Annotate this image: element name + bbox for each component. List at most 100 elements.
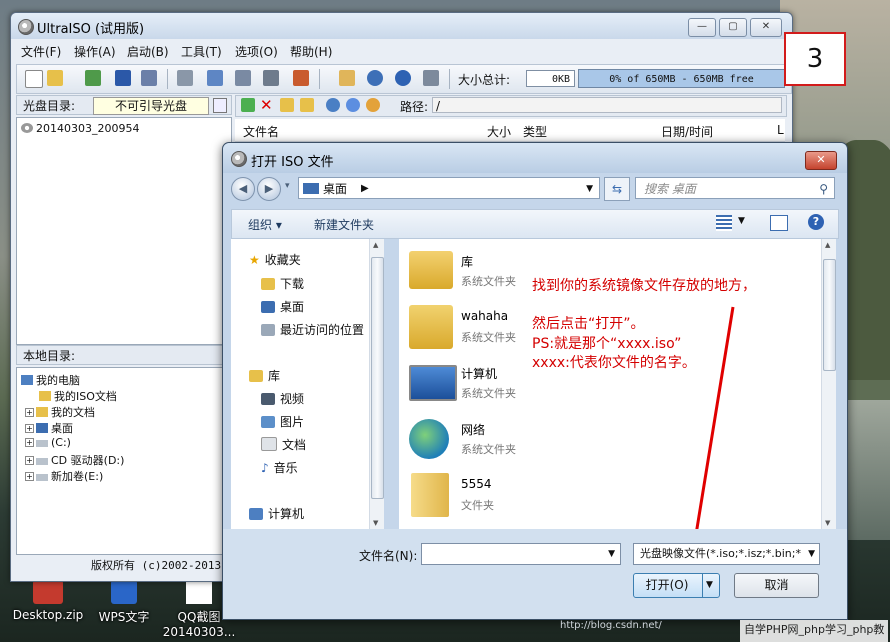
ultraiso-disc-icon: [18, 19, 34, 35]
options-icon[interactable]: [339, 70, 355, 86]
desktop-icon: [36, 423, 48, 433]
open-folder-icon[interactable]: [47, 70, 63, 86]
step-number-box: 3: [784, 32, 846, 86]
iso-toolbar: ✕ 路径: /: [235, 95, 787, 117]
filter-value: 光盘映像文件(*.iso;*.isz;*.bin;*: [640, 547, 801, 560]
menu-help[interactable]: 帮助(H): [290, 43, 332, 60]
settings-gear-icon[interactable]: [346, 98, 360, 112]
image-file-icon: [186, 580, 212, 604]
filename-dropdown-icon[interactable]: ▼: [608, 544, 615, 564]
capacity-bar: 0% of 650MB - 650MB free: [578, 69, 785, 88]
maximize-button[interactable]: ▢: [719, 18, 747, 37]
tree-label: 桌面: [51, 422, 73, 435]
close-button[interactable]: ✕: [750, 18, 782, 37]
filename-input[interactable]: ▼: [421, 543, 621, 565]
copyright-text: 版权所有 (c)2002-2013: [91, 559, 222, 572]
properties-icon[interactable]: [213, 98, 227, 113]
main-titlebar[interactable]: UltraISO (试用版) — ▢ ✕: [11, 13, 792, 39]
column-type[interactable]: 类型: [523, 123, 547, 140]
toolbar-separator: [319, 69, 320, 89]
save-as-icon[interactable]: [141, 70, 157, 86]
dialog-footer: 文件名(N): ▼ 光盘映像文件(*.iso;*.isz;*.bin;* ▼ 打…: [223, 529, 847, 619]
new-file-icon[interactable]: [25, 70, 43, 88]
tree-item-my-docs[interactable]: + 我的文档: [25, 404, 95, 420]
expand-icon[interactable]: +: [25, 424, 34, 433]
toolbar-separator: [449, 69, 450, 89]
expand-icon[interactable]: +: [25, 472, 34, 481]
menu-boot[interactable]: 启动(B): [127, 43, 169, 60]
tree-item-computer[interactable]: 我的电脑: [21, 372, 80, 388]
menu-tools[interactable]: 工具(T): [181, 43, 222, 60]
desktop-icon-label: WPS文字: [98, 610, 150, 624]
filter-dropdown-icon[interactable]: ▼: [806, 544, 815, 564]
column-l[interactable]: L: [777, 123, 784, 137]
menu-file[interactable]: 文件(F): [21, 43, 61, 60]
drive-icon: [36, 474, 48, 481]
tree-label: 我的ISO文档: [54, 390, 117, 403]
help-icon[interactable]: [395, 70, 411, 86]
checksum-icon[interactable]: [263, 70, 279, 86]
cd-drive-icon: [36, 458, 48, 465]
computer-icon: [21, 375, 33, 385]
tree-label: CD 驱动器(D:): [51, 454, 125, 467]
main-toolbar: 大小总计: 0KB 0% of 650MB - 650MB free: [16, 64, 792, 94]
open-dropdown-icon[interactable]: ▼: [706, 574, 713, 597]
tree-label: 我的文档: [51, 406, 95, 419]
burn-icon[interactable]: [177, 70, 193, 86]
virtual-drive-icon[interactable]: [293, 70, 309, 86]
local-directory-header: 本地目录:: [16, 345, 232, 365]
expand-icon[interactable]: +: [25, 456, 34, 465]
desktop-icon-zip[interactable]: Desktop.zip: [12, 580, 84, 622]
size-total-value: 0KB: [526, 70, 575, 87]
path-field[interactable]: /: [432, 97, 782, 113]
local-directory-label: 本地目录:: [23, 349, 76, 363]
new-folder-icon[interactable]: [280, 98, 294, 112]
tree-item-desktop[interactable]: + 桌面: [25, 420, 73, 436]
toolbar-separator: [167, 69, 168, 89]
column-size[interactable]: 大小: [487, 123, 511, 140]
info-icon[interactable]: [367, 70, 383, 86]
boot-type-field[interactable]: 不可引导光盘: [93, 97, 209, 115]
column-date[interactable]: 日期/时间: [661, 123, 713, 140]
exit-icon[interactable]: [423, 70, 439, 86]
iso-file-columns: 文件名 大小 类型 日期/时间 L: [235, 119, 785, 142]
rename-icon[interactable]: [300, 98, 314, 112]
add-files-icon[interactable]: [326, 98, 340, 112]
menubar: 文件(F) 操作(A) 启动(B) 工具(T) 选项(O) 帮助(H): [11, 41, 792, 61]
tree-label: (C:): [51, 436, 71, 449]
desktop-icon-wps[interactable]: WPS文字: [92, 580, 156, 625]
extract-icon[interactable]: [85, 70, 101, 86]
delete-icon[interactable]: ✕: [260, 96, 273, 114]
open-iso-dialog: 打开 ISO 文件 ✕ ◀ ▶ ▾ 桌面 ▶ ▼ ⇆ 搜索 桌面 ⚲ 组织 ▾ …: [222, 142, 848, 620]
menu-action[interactable]: 操作(A): [74, 43, 116, 60]
size-total-label: 大小总计:: [458, 73, 511, 87]
tree-item-iso-docs[interactable]: 我的ISO文档: [39, 388, 117, 404]
open-button[interactable]: 打开(O) ▼: [633, 573, 720, 598]
tree-item-e-drive[interactable]: + 新加卷(E:): [25, 468, 103, 484]
folder-icon: [36, 407, 48, 417]
file-type-filter[interactable]: 光盘映像文件(*.iso;*.isz;*.bin;* ▼: [633, 543, 820, 565]
save-icon[interactable]: [115, 70, 131, 86]
drive-icon: [36, 440, 48, 447]
menu-options[interactable]: 选项(O): [235, 43, 278, 60]
tree-label: 新加卷(E:): [51, 470, 104, 483]
minimize-button[interactable]: —: [688, 18, 716, 37]
view-icon[interactable]: [366, 98, 380, 112]
compress-icon[interactable]: [235, 70, 251, 86]
main-window-title: UltraISO (试用版): [37, 22, 145, 37]
local-tree-panel: 我的电脑 我的ISO文档 + 我的文档 + 桌面 + (C:) + CD 驱动器(D:)…: [16, 367, 232, 555]
up-arrow-icon[interactable]: [241, 98, 255, 112]
tree-item-c-drive[interactable]: + (C:): [25, 436, 71, 449]
column-filename[interactable]: 文件名: [243, 123, 279, 140]
iso-root-item[interactable]: 20140303_200954: [21, 122, 139, 135]
zip-icon: [33, 580, 63, 604]
split-divider: [702, 574, 703, 597]
watermark: 自学PHP网_php学习_php教: [740, 620, 889, 642]
tree-label: 我的电脑: [36, 374, 80, 387]
expand-icon[interactable]: +: [25, 408, 34, 417]
expand-icon[interactable]: +: [25, 438, 34, 447]
wps-icon: [111, 580, 137, 604]
tree-item-d-drive[interactable]: + CD 驱动器(D:): [25, 452, 124, 468]
cancel-button[interactable]: 取消: [734, 573, 819, 598]
mount-icon[interactable]: [207, 70, 223, 86]
